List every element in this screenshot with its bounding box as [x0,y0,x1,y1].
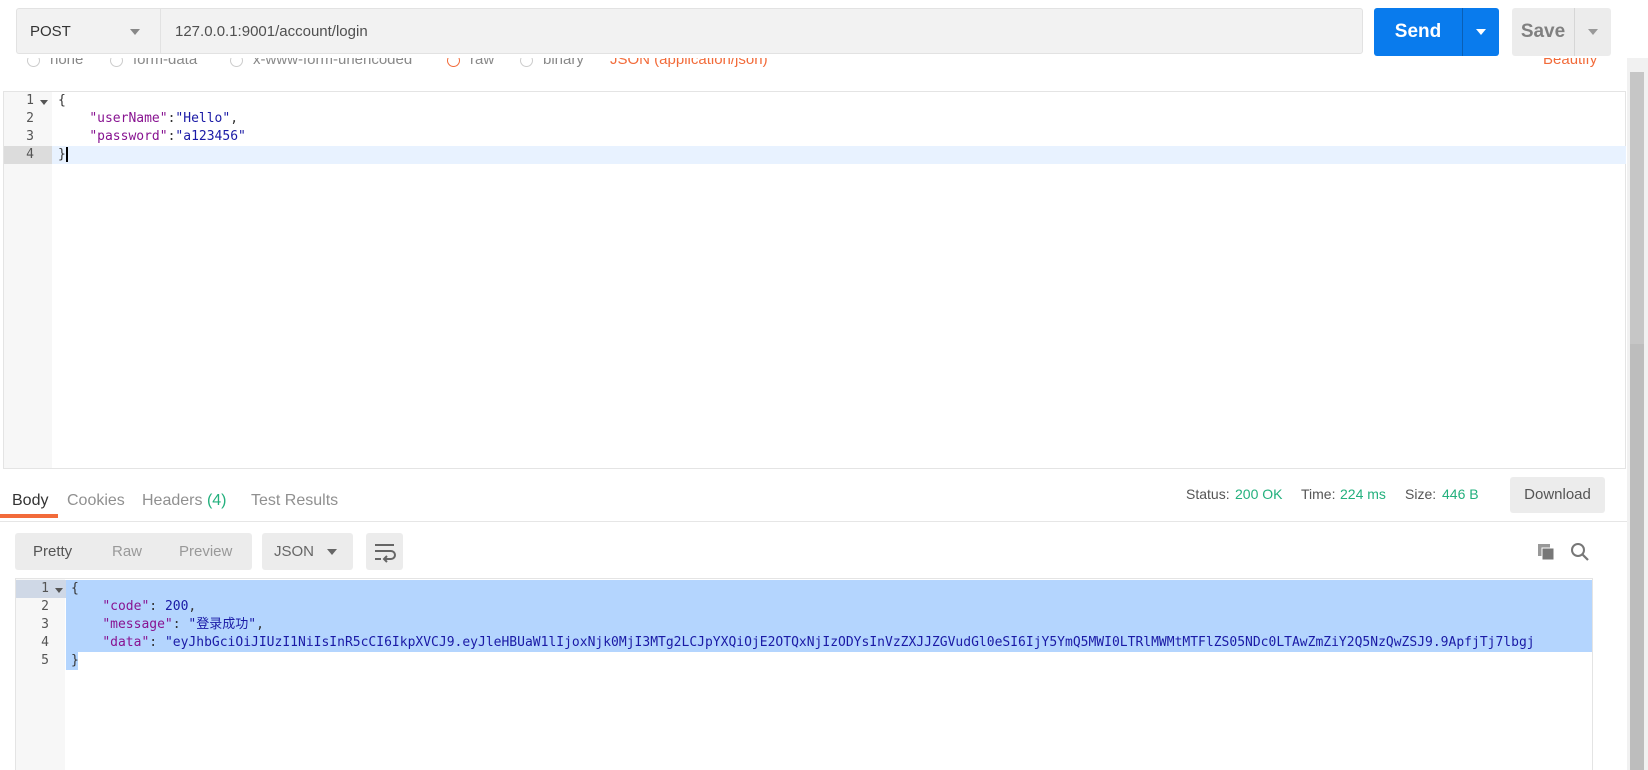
body-type-raw[interactable]: raw [447,58,494,68]
code-line: "data": "eyJhbGciOiJIUzI1NiIsInR5cCI6Ikp… [71,634,1591,652]
json-key: "userName" [89,111,168,126]
tab-headers[interactable]: Headers (4) [142,492,227,510]
code-line: } [71,653,79,668]
json-key: "code" [102,599,150,614]
tab-headers-label: Headers [142,492,203,509]
line-number: 3 [26,129,34,144]
code-line: "userName":"Hello", [58,110,238,128]
beautify-link[interactable]: Beautify [1543,58,1597,68]
save-options-button[interactable] [1574,8,1611,56]
json-key: "password" [89,129,168,144]
body-type-urlencoded-label: x-www-form-urlencoded [253,58,413,68]
chevron-down-icon [130,29,140,35]
line-number: 4 [41,635,49,650]
line-number: 1 [26,93,34,108]
body-type-form-data-label: form-data [133,58,198,68]
save-button[interactable]: Save [1512,8,1574,56]
send-button[interactable]: Send [1374,8,1462,56]
view-preview-button[interactable]: Preview [179,543,232,560]
wrap-lines-button[interactable] [366,533,403,570]
fold-icon[interactable] [55,588,63,593]
chevron-down-icon [1588,29,1598,35]
body-type-urlencoded[interactable]: x-www-form-urlencoded [230,58,412,68]
closing-brace: } [58,147,66,162]
json-colon: : [172,617,189,632]
scrollbar-thumb[interactable] [1630,72,1644,344]
url-input[interactable]: 127.0.0.1:9001/account/login [160,8,1363,54]
code-line: "code": 200, [71,598,196,616]
body-type-binary-label: binary [543,58,584,68]
body-type-none-label: none [50,58,84,68]
json-value: "Hello" [175,111,231,126]
size-label: Size: [1405,486,1437,502]
json-colon: : [149,599,165,614]
json-value: "a123456" [175,129,246,144]
json-value: "登录成功" [188,617,257,632]
size-value: 446 B [1442,486,1479,502]
text-cursor [65,147,68,162]
tab-cookies[interactable]: Cookies [67,492,125,510]
line-number: 5 [41,653,49,668]
headers-count-badge: (4) [206,492,227,509]
json-colon: : [149,635,165,650]
view-pretty-button[interactable]: Pretty [33,543,72,560]
body-type-row: none form-data x-www-form-urlencoded raw… [0,58,1630,72]
json-value: "eyJhbGciOiJIUzI1NiIsInR5cCI6IkpXVCJ9.ey… [164,635,1535,650]
radio-icon [520,58,533,67]
send-options-button[interactable] [1462,8,1499,56]
body-type-form-data[interactable]: form-data [110,58,197,68]
chevron-down-icon [327,549,337,555]
code-line: } [58,146,68,164]
radio-icon [27,58,40,67]
view-mode-group: Pretty Raw Preview [15,533,252,570]
code-line: "message": "登录成功", [71,616,264,634]
active-tab-indicator [0,514,58,518]
json-key: "data" [102,635,150,650]
line-number: 2 [41,599,49,614]
method-label: POST [30,23,71,40]
method-select[interactable]: POST [16,8,160,54]
body-type-none[interactable]: none [27,58,83,68]
line-number: 1 [41,581,49,596]
json-value: 200 [164,599,189,614]
json-comma: , [230,111,239,126]
json-comma: , [188,599,197,614]
code-line: "password":"a123456" [58,128,246,146]
copy-icon[interactable] [1536,542,1556,562]
fold-icon[interactable] [40,100,48,105]
line-number: 4 [26,147,34,162]
json-key: "message" [102,617,173,632]
line-number: 2 [26,111,34,126]
radio-icon [110,58,123,67]
active-line-highlight [4,146,1626,164]
chevron-down-icon [1476,29,1486,35]
tab-body[interactable]: Body [12,492,48,510]
code-line: { [71,581,79,596]
format-label: JSON [274,543,315,560]
line-number: 3 [41,617,49,632]
radio-icon [447,58,460,67]
wrap-lines-icon [375,544,396,563]
radio-icon [230,58,243,67]
time-value: 224 ms [1340,486,1386,502]
json-comma: , [256,617,264,632]
download-button[interactable]: Download [1510,477,1605,513]
status-value: 200 OK [1235,486,1283,502]
status-label: Status: [1186,486,1230,502]
time-label: Time: [1301,486,1336,502]
content-type-select[interactable]: JSON (application/json) [610,58,768,68]
body-type-binary[interactable]: binary [520,58,584,68]
format-select[interactable]: JSON [262,533,353,570]
search-icon[interactable] [1570,542,1590,562]
view-raw-button[interactable]: Raw [112,543,142,560]
code-line: { [58,93,66,108]
tab-test-results[interactable]: Test Results [251,492,338,510]
body-type-raw-label: raw [470,58,495,68]
scrollbar-thumb-lower[interactable] [1630,344,1644,770]
